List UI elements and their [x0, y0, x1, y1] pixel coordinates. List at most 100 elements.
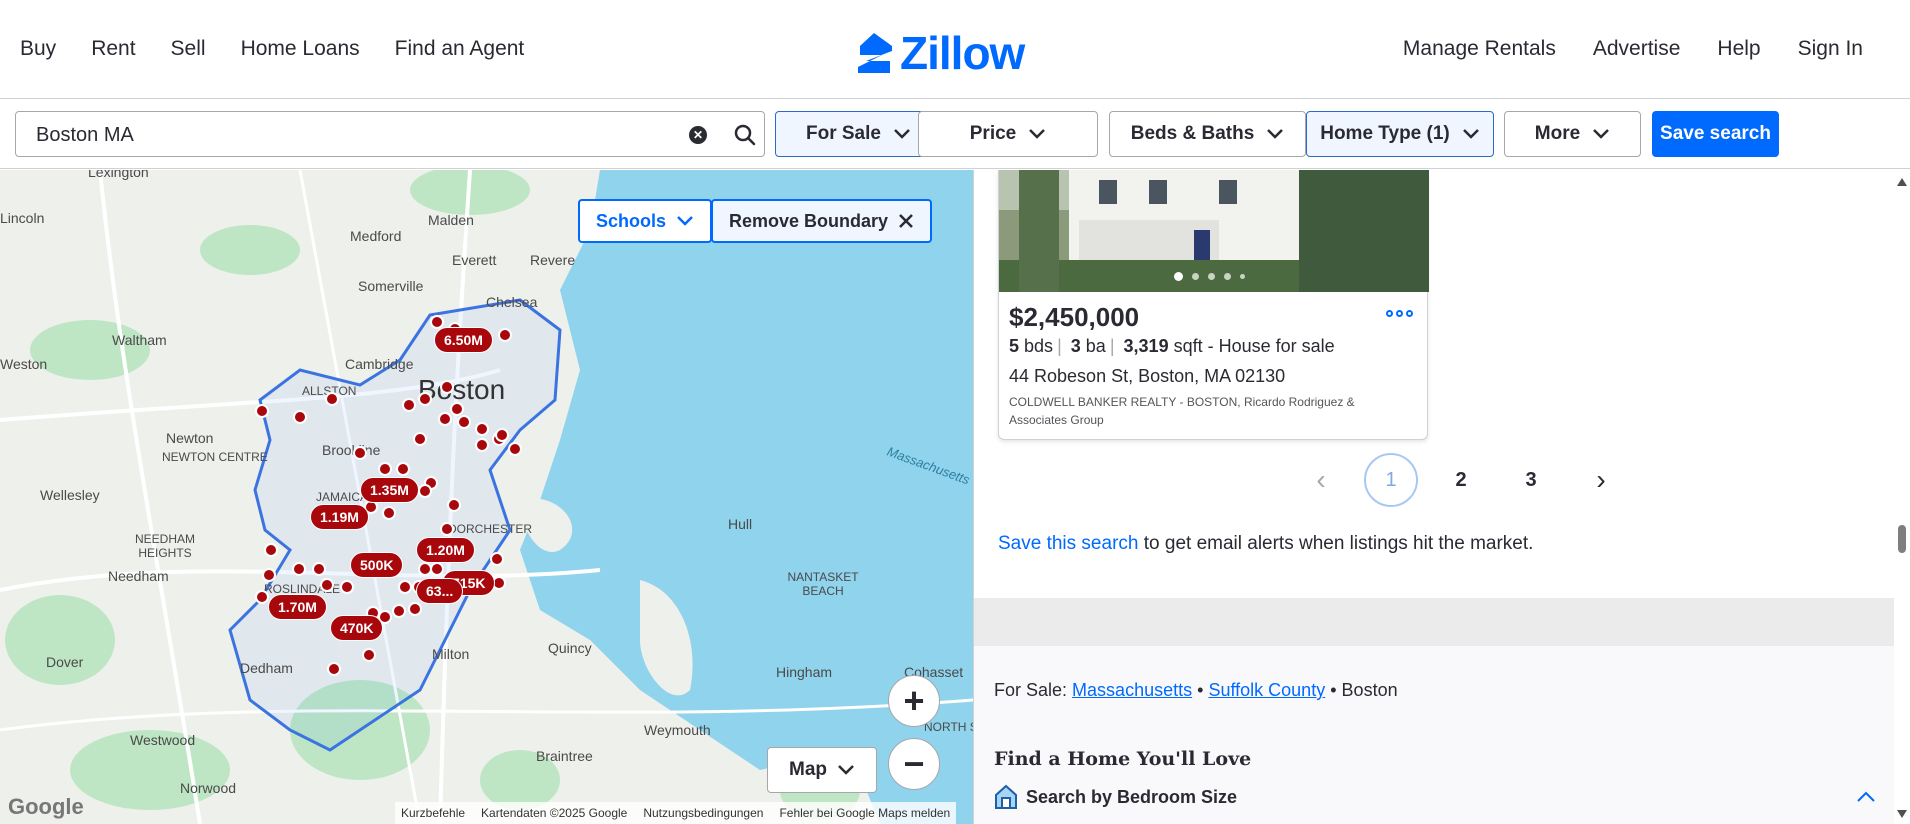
- more-options-icon[interactable]: [1386, 310, 1413, 317]
- search-input[interactable]: Boston MA ✕: [15, 111, 765, 157]
- save-search-button[interactable]: Save search: [1652, 111, 1779, 157]
- next-page-icon[interactable]: ›: [1574, 453, 1628, 507]
- scroll-down-icon[interactable]: [1897, 810, 1907, 818]
- nav-rent[interactable]: Rent: [91, 37, 135, 61]
- breadcrumb-county[interactable]: Suffolk County: [1208, 680, 1325, 700]
- home-type-filter[interactable]: Home Type (1): [1306, 111, 1494, 157]
- listing-pin[interactable]: [430, 562, 444, 576]
- nav-manage-rentals[interactable]: Manage Rentals: [1403, 37, 1556, 61]
- prev-page-icon[interactable]: ‹: [1294, 453, 1348, 507]
- map-label: NORTH SC: [924, 720, 973, 734]
- remove-boundary-button[interactable]: Remove Boundary: [711, 199, 933, 243]
- scrollbar-thumb[interactable]: [1898, 525, 1906, 553]
- zoom-out-button[interactable]: −: [888, 738, 940, 790]
- map-view[interactable]: Lexington Lincoln Medford Malden Everett…: [0, 170, 973, 824]
- chevron-down-icon: [1462, 129, 1479, 139]
- listing-pin[interactable]: [362, 648, 376, 662]
- listing-pin[interactable]: [312, 562, 326, 576]
- schools-toggle[interactable]: Schools: [578, 199, 713, 243]
- attr-terms[interactable]: Nutzungsbedingungen: [643, 806, 763, 820]
- listing-pin[interactable]: [327, 662, 341, 676]
- listing-pin[interactable]: [392, 604, 406, 618]
- price-pin[interactable]: 1.19M: [310, 504, 369, 530]
- page-3[interactable]: 3: [1504, 453, 1558, 507]
- listing-pin[interactable]: [378, 462, 392, 476]
- price-pin[interactable]: 63...: [416, 578, 464, 604]
- listing-pin[interactable]: [264, 543, 278, 557]
- listing-pin[interactable]: [440, 380, 454, 394]
- listing-pin[interactable]: [325, 392, 339, 406]
- more-filter[interactable]: More: [1504, 111, 1641, 157]
- bedroom-size-section[interactable]: Search by Bedroom Size: [994, 784, 1237, 810]
- listing-pin[interactable]: [255, 404, 269, 418]
- attr-shortcuts[interactable]: Kurzbefehle: [401, 806, 465, 820]
- listing-address[interactable]: 44 Robeson St, Boston, MA 02130: [1009, 366, 1285, 387]
- attr-report[interactable]: Fehler bei Google Maps melden: [779, 806, 950, 820]
- listing-pin[interactable]: [353, 446, 367, 460]
- listing-pin[interactable]: [320, 578, 334, 592]
- listing-pin[interactable]: [408, 602, 422, 616]
- listing-pin[interactable]: [495, 428, 509, 442]
- save-this-search-link[interactable]: Save this search: [998, 533, 1138, 554]
- listing-pin[interactable]: [440, 522, 454, 536]
- listing-card[interactable]: $2,450,000 5 bds | 3 ba | 3,319 sqft - Hou…: [998, 170, 1429, 440]
- map-label: Somerville: [358, 278, 424, 294]
- listing-pin[interactable]: [293, 410, 307, 424]
- listing-pin[interactable]: [262, 568, 276, 582]
- listing-pin[interactable]: [490, 552, 504, 566]
- listing-pin[interactable]: [382, 506, 396, 520]
- search-input-value[interactable]: Boston MA: [36, 124, 134, 147]
- listing-pin[interactable]: [340, 580, 354, 594]
- nav-buy[interactable]: Buy: [20, 37, 56, 61]
- listing-pin[interactable]: [413, 432, 427, 446]
- nav-find-agent[interactable]: Find an Agent: [395, 37, 525, 61]
- listing-pin[interactable]: [498, 328, 512, 342]
- zillow-logo[interactable]: Zillow: [854, 26, 1025, 80]
- listing-pin[interactable]: [438, 412, 452, 426]
- nav-sign-in[interactable]: Sign In: [1798, 37, 1863, 61]
- carousel-dot[interactable]: [1240, 274, 1245, 279]
- price-pin[interactable]: 1.20M: [416, 537, 475, 563]
- listing-pin[interactable]: [292, 562, 306, 576]
- listing-pin[interactable]: [447, 498, 461, 512]
- scroll-up-icon[interactable]: [1897, 178, 1907, 186]
- zoom-in-button[interactable]: +: [888, 675, 940, 727]
- page-1[interactable]: 1: [1364, 453, 1418, 507]
- listing-pin[interactable]: [475, 438, 489, 452]
- price-pin[interactable]: 470K: [330, 615, 384, 641]
- map-type-button[interactable]: Map: [767, 747, 877, 793]
- listing-pin[interactable]: [402, 398, 416, 412]
- listing-pin[interactable]: [475, 422, 489, 436]
- chevron-up-icon[interactable]: [1856, 791, 1876, 803]
- breadcrumb-state[interactable]: Massachusetts: [1072, 680, 1192, 700]
- listing-pin[interactable]: [396, 462, 410, 476]
- scrollbar[interactable]: [1894, 170, 1910, 824]
- carousel-dot[interactable]: [1174, 272, 1183, 281]
- carousel-dot[interactable]: [1192, 273, 1199, 280]
- listing-pin[interactable]: [398, 580, 412, 594]
- listing-pin[interactable]: [508, 442, 522, 456]
- nav-advertise[interactable]: Advertise: [1593, 37, 1681, 61]
- price-filter[interactable]: Price: [918, 111, 1098, 157]
- listing-pin[interactable]: [450, 402, 464, 416]
- price-pin[interactable]: 1.70M: [268, 594, 327, 620]
- page-2[interactable]: 2: [1434, 453, 1488, 507]
- price-pin[interactable]: 1.35M: [360, 477, 419, 503]
- listing-pin[interactable]: [418, 484, 432, 498]
- nav-home-loans[interactable]: Home Loans: [241, 37, 360, 61]
- nav-sell[interactable]: Sell: [171, 37, 206, 61]
- listing-pin[interactable]: [457, 415, 471, 429]
- carousel-dot[interactable]: [1208, 273, 1215, 280]
- clear-search-icon[interactable]: ✕: [689, 126, 707, 144]
- chevron-down-icon: [1267, 129, 1284, 139]
- listing-photo[interactable]: [999, 170, 1429, 292]
- listing-pin[interactable]: [418, 392, 432, 406]
- beds-baths-filter[interactable]: Beds & Baths: [1109, 111, 1306, 157]
- carousel-dot[interactable]: [1224, 273, 1231, 280]
- search-icon[interactable]: [733, 123, 757, 147]
- price-pin[interactable]: 6.50M: [434, 327, 493, 353]
- for-sale-filter[interactable]: For Sale: [775, 111, 942, 157]
- price-pin[interactable]: 500K: [350, 552, 404, 578]
- listing-pin[interactable]: [255, 590, 269, 604]
- nav-help[interactable]: Help: [1717, 37, 1760, 61]
